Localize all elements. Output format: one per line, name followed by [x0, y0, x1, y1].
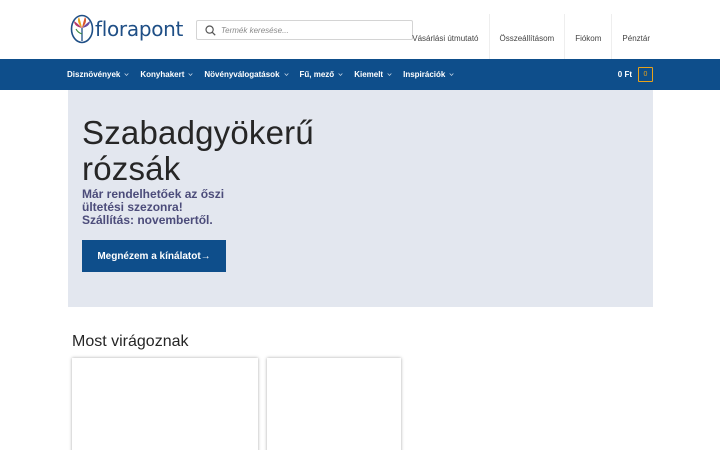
flower-logo-icon	[70, 14, 94, 44]
site-header: florapont Vásárlási útmutató Összeállítá…	[0, 0, 720, 59]
nav-item-ornamental-plants[interactable]: Disznövények	[67, 70, 129, 79]
section-title: Most virágoznak	[72, 333, 189, 350]
product-card[interactable]	[267, 358, 401, 450]
nav-item-grass-meadow[interactable]: Fű, mező	[300, 70, 344, 79]
cart-count-badge: 0	[638, 67, 653, 82]
search-input[interactable]	[220, 25, 400, 35]
search-icon[interactable]	[200, 21, 220, 39]
nav-item-vegetable-garden[interactable]: Konyhakert	[140, 70, 193, 79]
logo-text: florapont	[95, 17, 184, 41]
top-link-checkout[interactable]: Pénztár	[611, 14, 660, 59]
product-card[interactable]	[72, 358, 258, 450]
nav-item-label: Disznövények	[67, 70, 121, 79]
hero-subtitle: Már rendelhetőek az őszi ültetési szezon…	[82, 188, 282, 227]
cart-button[interactable]: 0 Ft 0	[618, 67, 653, 82]
chevron-down-icon	[387, 73, 392, 77]
hero-banner: Szabadgyökerű rózsák Már rendelhetőek az…	[68, 90, 653, 307]
top-link-account[interactable]: Fiókom	[564, 14, 611, 59]
chevron-down-icon	[338, 73, 343, 77]
nav-item-label: Konyhakert	[140, 70, 185, 79]
nav-item-label: Fű, mező	[299, 70, 335, 79]
top-link-shopping-guide[interactable]: Vásárlási útmutató	[402, 14, 488, 59]
site-logo[interactable]: florapont	[70, 14, 183, 44]
view-offer-button[interactable]: Megnézem a kínálatot→	[82, 240, 226, 272]
top-link-my-selection[interactable]: Összeállításom	[488, 14, 565, 59]
nav-item-plant-collections[interactable]: Növényválogatások	[204, 70, 289, 79]
chevron-down-icon	[188, 73, 193, 77]
chevron-down-icon	[124, 73, 129, 77]
nav-item-label: Kiemelt	[354, 70, 384, 79]
nav-item-label: Növényválogatások	[204, 70, 280, 79]
hero-subtitle-line: Szállítás: novembertől.	[82, 213, 213, 227]
nav-item-inspirations[interactable]: Inspirációk	[403, 70, 454, 79]
nav-item-label: Inspirációk	[403, 70, 446, 79]
top-links: Vásárlási útmutató Összeállításom Fiókom…	[402, 14, 660, 59]
search-box	[196, 20, 413, 40]
nav-item-featured[interactable]: Kiemelt	[354, 70, 392, 79]
chevron-down-icon	[283, 73, 289, 77]
chevron-down-icon	[449, 73, 454, 77]
main-navigation: Disznövények Konyhakert Növényválogatáso…	[0, 59, 720, 90]
cart-amount: 0 Ft	[617, 70, 632, 79]
hero-title: Szabadgyökerű rózsák	[82, 114, 314, 187]
